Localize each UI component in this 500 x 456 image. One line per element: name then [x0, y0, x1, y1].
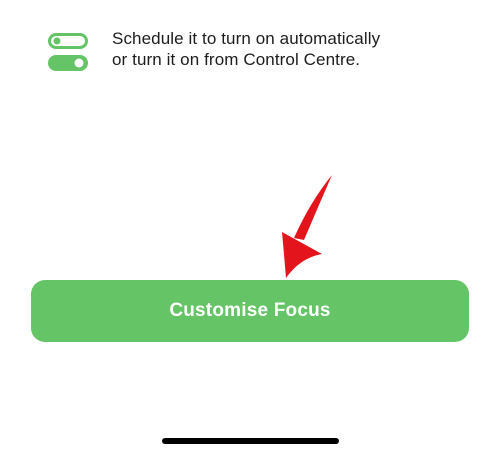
feature-description: Schedule it to turn on automatically or …: [112, 28, 462, 70]
red-arrow-icon: [282, 175, 332, 278]
customise-focus-button[interactable]: Customise Focus: [31, 280, 469, 342]
home-indicator[interactable]: [162, 438, 339, 444]
feature-line-1: Schedule it to turn on automatically: [112, 29, 381, 48]
toggles-icon: [48, 33, 88, 71]
feature-row: Schedule it to turn on automatically or …: [48, 28, 468, 76]
customise-focus-label: Customise Focus: [169, 300, 331, 321]
feature-line-2: or turn it on from Control Centre.: [112, 50, 361, 69]
